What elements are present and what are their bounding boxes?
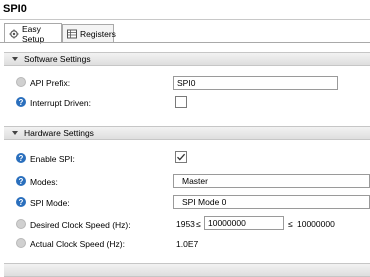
table-icon: [67, 29, 77, 39]
api-prefix-label: API Prefix:: [30, 78, 71, 88]
collapse-arrow-icon: [12, 131, 18, 135]
less-equal-symbol: ≤: [288, 219, 293, 229]
section-title: Hardware Settings: [24, 128, 94, 138]
window-title: SPI0: [3, 3, 27, 15]
tab-strip: Easy Setup Registers: [0, 22, 370, 44]
divider: [0, 42, 370, 43]
help-icon[interactable]: ?: [16, 176, 26, 186]
gear-icon: [9, 29, 19, 39]
modes-select[interactable]: Master: [173, 174, 370, 188]
tab-registers[interactable]: Registers: [62, 24, 116, 42]
tab-label: Registers: [80, 28, 116, 39]
desired-clock-input[interactable]: 10000000: [204, 216, 284, 230]
actual-clock-value: 1.0E7: [176, 239, 199, 249]
section-title: Software Settings: [24, 54, 91, 64]
software-settings-header[interactable]: Software Settings: [4, 52, 370, 66]
desired-clock-max: 10000000: [297, 219, 335, 229]
tab-label: Easy Setup: [22, 23, 45, 44]
tab-easy-setup[interactable]: Easy Setup: [4, 23, 62, 44]
help-icon[interactable]: ?: [16, 97, 26, 107]
hardware-settings-header[interactable]: Hardware Settings: [4, 126, 370, 140]
checkmark-icon: [177, 153, 186, 161]
info-indicator-icon: [16, 238, 26, 248]
spi-mode-select[interactable]: SPI Mode 0: [173, 195, 370, 209]
api-prefix-input[interactable]: SPI0: [173, 76, 338, 90]
interrupt-driven-checkbox[interactable]: [175, 96, 187, 108]
spi-mode-label: SPI Mode:: [30, 198, 70, 208]
modes-label: Modes:: [30, 177, 58, 187]
enable-spi-label: Enable SPI:: [30, 154, 75, 164]
enable-spi-checkbox[interactable]: [175, 151, 187, 163]
desired-clock-min: 1953: [176, 219, 195, 229]
divider: [0, 19, 370, 20]
help-icon[interactable]: ?: [16, 197, 26, 207]
collapse-arrow-icon: [12, 57, 18, 61]
collapsed-section-header[interactable]: [4, 263, 370, 277]
info-indicator-icon: [16, 219, 26, 229]
actual-clock-label: Actual Clock Speed (Hz):: [30, 239, 125, 249]
help-icon[interactable]: ?: [16, 153, 26, 163]
interrupt-driven-label: Interrupt Driven:: [30, 98, 91, 108]
less-equal-symbol: ≤: [196, 219, 201, 229]
info-indicator-icon: [16, 77, 26, 87]
desired-clock-label: Desired Clock Speed (Hz):: [30, 220, 131, 230]
